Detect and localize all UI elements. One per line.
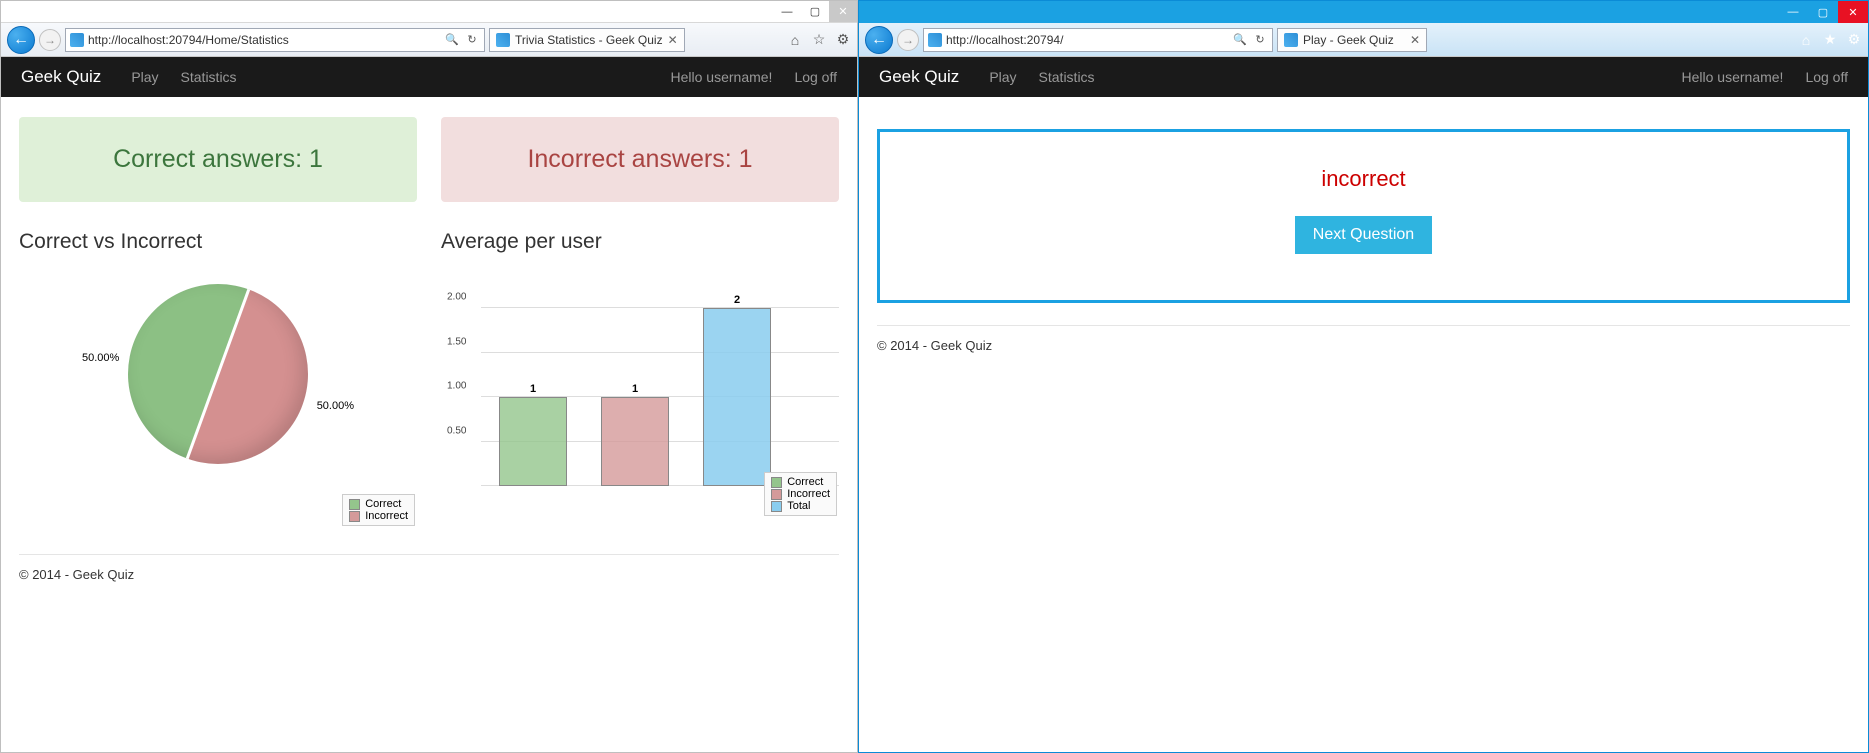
bar-chart: 0.50 1.00 1.50 2.00 1 1 — [441, 264, 839, 524]
legend-correct: Correct — [365, 498, 401, 510]
legend-total: Total — [787, 500, 810, 512]
ytick: 1.00 — [447, 381, 466, 392]
page-icon — [928, 33, 942, 47]
site-navbar: Geek Quiz Play Statistics Hello username… — [859, 57, 1868, 97]
nav-play-link[interactable]: Play — [131, 69, 158, 85]
address-bar[interactable]: http://localhost:20794/ 🔍 ↻ — [923, 28, 1273, 52]
footer-text: © 2014 - Geek Quiz — [877, 338, 1850, 353]
window-close-button[interactable]: ✕ — [829, 1, 857, 22]
tab-close-icon[interactable]: ✕ — [668, 33, 678, 47]
bar-total: 2 — [703, 308, 771, 486]
browser-tab[interactable]: Trivia Statistics - Geek Quiz ✕ — [489, 28, 685, 52]
pie-legend: Correct Incorrect — [342, 494, 415, 526]
bar-chart-title: Average per user — [441, 230, 839, 254]
site-navbar: Geek Quiz Play Statistics Hello username… — [1, 57, 857, 97]
nav-forward-button[interactable]: → — [897, 29, 919, 51]
result-text: incorrect — [900, 166, 1827, 192]
window-statistics: — ▢ ✕ ← → http://localhost:20794/Home/St… — [0, 0, 858, 753]
footer-text: © 2014 - Geek Quiz — [19, 567, 839, 582]
nav-back-button[interactable]: ← — [7, 26, 35, 54]
correct-answers-panel: Correct answers: 1 — [19, 117, 417, 202]
brand[interactable]: Geek Quiz — [21, 67, 101, 87]
statistics-content: Correct answers: 1 Correct vs Incorrect … — [1, 97, 857, 752]
window-close-button[interactable]: ✕ — [1838, 1, 1868, 23]
bar-incorrect: 1 — [601, 397, 669, 486]
address-text: http://localhost:20794/Home/Statistics — [88, 33, 440, 47]
refresh-icon[interactable]: ↻ — [464, 32, 480, 48]
pie-left-percent: 50.00% — [82, 352, 119, 364]
pie-chart-title: Correct vs Incorrect — [19, 230, 417, 254]
pie-right-percent: 50.00% — [317, 400, 354, 412]
address-bar[interactable]: http://localhost:20794/Home/Statistics 🔍… — [65, 28, 485, 52]
home-icon[interactable]: ⌂ — [787, 32, 803, 48]
browser-chrome-left: ← → http://localhost:20794/Home/Statisti… — [1, 23, 857, 57]
titlebar-right: — ▢ ✕ — [859, 1, 1868, 23]
legend-correct: Correct — [787, 476, 823, 488]
bar-label: 2 — [704, 294, 770, 306]
window-play: — ▢ ✕ ← → http://localhost:20794/ 🔍 ↻ Pl… — [858, 0, 1869, 753]
play-content: incorrect Next Question © 2014 - Geek Qu… — [859, 97, 1868, 752]
ytick: 2.00 — [447, 292, 466, 303]
play-result-box: incorrect Next Question — [877, 129, 1850, 303]
tab-close-icon[interactable]: ✕ — [1410, 33, 1420, 47]
search-icon[interactable]: 🔍 — [444, 32, 460, 48]
nav-play-link[interactable]: Play — [989, 69, 1016, 85]
nav-statistics-link[interactable]: Statistics — [181, 69, 237, 85]
nav-logoff-link[interactable]: Log off — [794, 69, 837, 85]
browser-chrome-right: ← → http://localhost:20794/ 🔍 ↻ Play - G… — [859, 23, 1868, 57]
nav-forward-button[interactable]: → — [39, 29, 61, 51]
brand[interactable]: Geek Quiz — [879, 67, 959, 87]
bar-legend: Correct Incorrect Total — [764, 472, 837, 516]
page-icon — [70, 33, 84, 47]
nav-back-button[interactable]: ← — [865, 26, 893, 54]
nav-statistics-link[interactable]: Statistics — [1039, 69, 1095, 85]
pie-chart: 50.00% 50.00% Correct Incorrect — [19, 274, 417, 534]
ytick: 0.50 — [447, 426, 466, 437]
tab-favicon-icon — [1284, 33, 1298, 47]
favorites-icon[interactable]: ★ — [1822, 32, 1838, 48]
tools-icon[interactable]: ⚙ — [835, 32, 851, 48]
legend-incorrect: Incorrect — [787, 488, 830, 500]
bar-correct: 1 — [499, 397, 567, 486]
favorites-icon[interactable]: ☆ — [811, 32, 827, 48]
window-minimize-button[interactable]: — — [773, 1, 801, 22]
address-text: http://localhost:20794/ — [946, 33, 1228, 47]
tools-icon[interactable]: ⚙ — [1846, 32, 1862, 48]
tab-favicon-icon — [496, 33, 510, 47]
window-maximize-button[interactable]: ▢ — [1808, 1, 1838, 23]
tab-title: Trivia Statistics - Geek Quiz — [515, 33, 663, 47]
nav-logoff-link[interactable]: Log off — [1805, 69, 1848, 85]
bar-label: 1 — [602, 383, 668, 395]
window-maximize-button[interactable]: ▢ — [801, 1, 829, 22]
home-icon[interactable]: ⌂ — [1798, 32, 1814, 48]
next-question-button[interactable]: Next Question — [1295, 216, 1432, 254]
ytick: 1.50 — [447, 337, 466, 348]
refresh-icon[interactable]: ↻ — [1252, 32, 1268, 48]
titlebar-left: — ▢ ✕ — [1, 1, 857, 23]
browser-tab[interactable]: Play - Geek Quiz ✕ — [1277, 28, 1427, 52]
window-minimize-button[interactable]: — — [1778, 1, 1808, 23]
legend-incorrect: Incorrect — [365, 510, 408, 522]
search-icon[interactable]: 🔍 — [1232, 32, 1248, 48]
nav-greeting[interactable]: Hello username! — [1682, 69, 1784, 85]
tab-title: Play - Geek Quiz — [1303, 33, 1394, 47]
nav-greeting[interactable]: Hello username! — [671, 69, 773, 85]
bar-label: 1 — [500, 383, 566, 395]
incorrect-answers-panel: Incorrect answers: 1 — [441, 117, 839, 202]
